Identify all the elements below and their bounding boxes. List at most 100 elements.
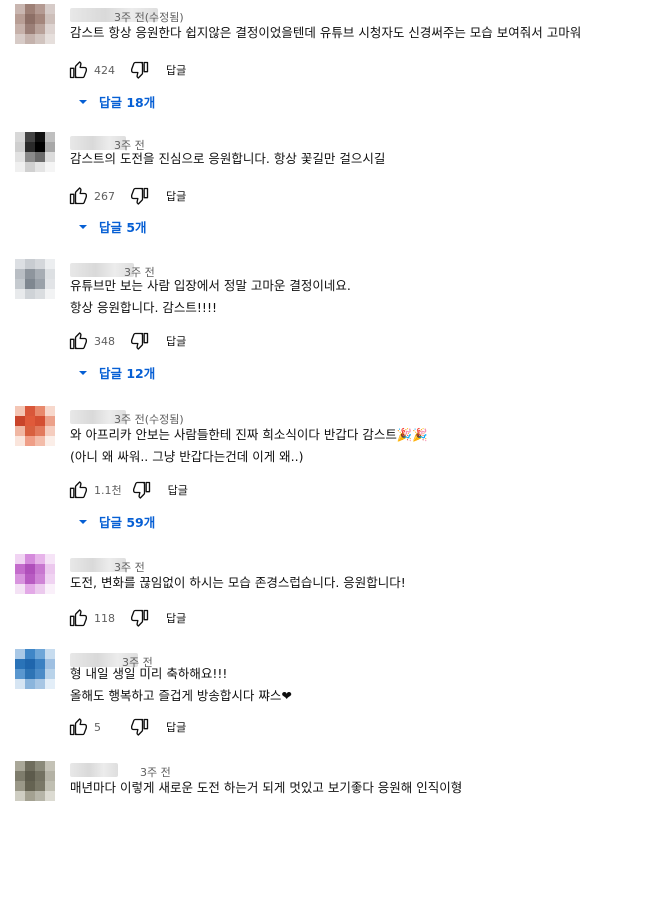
avatar-pixel: [25, 279, 35, 289]
avatar-pixel: [45, 34, 55, 44]
avatar-pixel: [15, 659, 25, 669]
comment-text-line: 감스트 항상 응원한다 쉽지않은 결정이었을텐데 유튜브 시청자도 신경써주는 …: [70, 25, 582, 40]
avatar-pixel: [35, 771, 45, 781]
avatar[interactable]: [15, 4, 55, 44]
avatar-pixel: [35, 679, 45, 689]
avatar-pixel: [25, 34, 35, 44]
thumbs-up-icon[interactable]: [66, 478, 90, 502]
comment-text-line: (아니 왜 싸워.. 그냥 반갑다는건데 이게 왜..): [70, 449, 304, 464]
reply-button[interactable]: 답글: [166, 62, 186, 78]
thumbs-down-icon[interactable]: [128, 58, 152, 82]
reply-button[interactable]: 답글: [166, 610, 186, 626]
avatar-pixel: [25, 669, 35, 679]
avatar-pixel: [45, 771, 55, 781]
avatar[interactable]: [15, 761, 55, 801]
comment-text-line: 매년마다 이렇게 새로운 도전 하는거 되게 멋있고 보기좋다 응원해 인직이형: [70, 780, 463, 795]
like-count: 424: [94, 63, 115, 77]
comment-text-line: 형 내일 생일 미리 축하해요!!!: [70, 666, 228, 681]
avatar-pixel: [15, 289, 25, 299]
avatar[interactable]: [15, 259, 55, 299]
thumbs-down-icon[interactable]: [128, 184, 152, 208]
avatar-pixel: [45, 142, 55, 152]
avatar-pixel: [15, 669, 25, 679]
reply-button[interactable]: 답글: [168, 482, 188, 498]
avatar-pixel: [25, 659, 35, 669]
avatar-pixel: [35, 564, 45, 574]
avatar-pixel: [45, 649, 55, 659]
comment-text-line: 도전, 변화를 끊임없이 하시는 모습 존경스럽습니다. 응원합니다!: [70, 575, 406, 590]
thumbs-down-icon[interactable]: [128, 715, 152, 739]
avatar-pixel: [15, 564, 25, 574]
avatar-pixel: [15, 34, 25, 44]
avatar-pixel: [35, 162, 45, 172]
comment: 3주 전 감스트의 도전을 진심으로 응원합니다. 항상 꽃길만 걸으시길 267 답…: [0, 128, 671, 268]
avatar-pixel: [35, 781, 45, 791]
avatar-pixel: [35, 152, 45, 162]
avatar[interactable]: [15, 132, 55, 172]
avatar-pixel: [35, 142, 45, 152]
avatar-pixel: [25, 269, 35, 279]
reply-button[interactable]: 답글: [166, 333, 186, 349]
avatar-pixel: [25, 781, 35, 791]
avatar-pixel: [25, 289, 35, 299]
thumbs-down-icon[interactable]: [130, 478, 154, 502]
avatar-pixel: [45, 669, 55, 679]
avatar-pixel: [45, 416, 55, 426]
avatar-pixel: [15, 554, 25, 564]
comment-actions: 424 답글: [66, 58, 186, 82]
avatar-pixel: [45, 4, 55, 14]
thumbs-down-icon[interactable]: [128, 606, 152, 630]
comment-text-line: 감스트의 도전을 진심으로 응원합니다. 항상 꽃길만 걸으시길: [70, 151, 386, 166]
thumbs-up-icon[interactable]: [66, 58, 90, 82]
avatar-pixel: [15, 679, 25, 689]
avatar-pixel: [45, 679, 55, 689]
thumbs-up-icon[interactable]: [66, 606, 90, 630]
avatar-pixel: [15, 781, 25, 791]
avatar-pixel: [35, 4, 45, 14]
avatar-pixel: [15, 152, 25, 162]
thumbs-up-icon[interactable]: [66, 715, 90, 739]
comment-actions: 267 답글: [66, 184, 186, 208]
username-blurred[interactable]: [70, 763, 118, 777]
comment: 3주 전(수정됨) 와 아프리카 안보는 사람들한테 진짜 희소식이다 반갑다 감…: [0, 402, 671, 542]
avatar[interactable]: [15, 406, 55, 446]
avatar-pixel: [25, 426, 35, 436]
avatar[interactable]: [15, 649, 55, 689]
caret-down-icon: [77, 221, 99, 233]
avatar-pixel: [15, 24, 25, 34]
thumbs-up-icon[interactable]: [66, 329, 90, 353]
avatar-pixel: [45, 781, 55, 791]
view-replies-button[interactable]: 답글 59개: [77, 512, 155, 531]
view-replies-button[interactable]: 답글 18개: [77, 92, 155, 111]
caret-down-icon: [77, 96, 99, 108]
comment-actions: 1.1천 답글: [66, 478, 188, 502]
avatar-pixel: [35, 24, 45, 34]
avatar-pixel: [15, 771, 25, 781]
thumbs-down-icon[interactable]: [128, 329, 152, 353]
comment: 3주 전 매년마다 이렇게 새로운 도전 하는거 되게 멋있고 보기좋다 응원해 …: [0, 757, 671, 897]
avatar-pixel: [25, 14, 35, 24]
comment-text-line: 올해도 행복하고 즐겁게 방송합시다 쨔스❤: [70, 688, 292, 703]
reply-button[interactable]: 답글: [166, 719, 186, 735]
avatar-pixel: [45, 426, 55, 436]
avatar-pixel: [35, 574, 45, 584]
avatar-pixel: [45, 152, 55, 162]
avatar[interactable]: [15, 554, 55, 594]
avatar-pixel: [25, 436, 35, 446]
reply-button[interactable]: 답글: [166, 188, 186, 204]
replies-label: 답글 18개: [99, 95, 156, 110]
avatar-pixel: [35, 406, 45, 416]
avatar-pixel: [25, 142, 35, 152]
avatar-pixel: [45, 259, 55, 269]
avatar-pixel: [45, 24, 55, 34]
thumbs-up-icon[interactable]: [66, 184, 90, 208]
replies-label: 답글 5개: [99, 220, 147, 235]
avatar-pixel: [25, 24, 35, 34]
avatar-pixel: [45, 132, 55, 142]
avatar-pixel: [25, 416, 35, 426]
avatar-pixel: [45, 659, 55, 669]
view-replies-button[interactable]: 답글 12개: [77, 363, 155, 382]
view-replies-button[interactable]: 답글 5개: [77, 217, 147, 236]
comment: 3주 전 유튜브만 보는 사람 입장에서 정말 고마운 결정이네요. 항상 응원합니…: [0, 255, 671, 395]
avatar-pixel: [45, 14, 55, 24]
